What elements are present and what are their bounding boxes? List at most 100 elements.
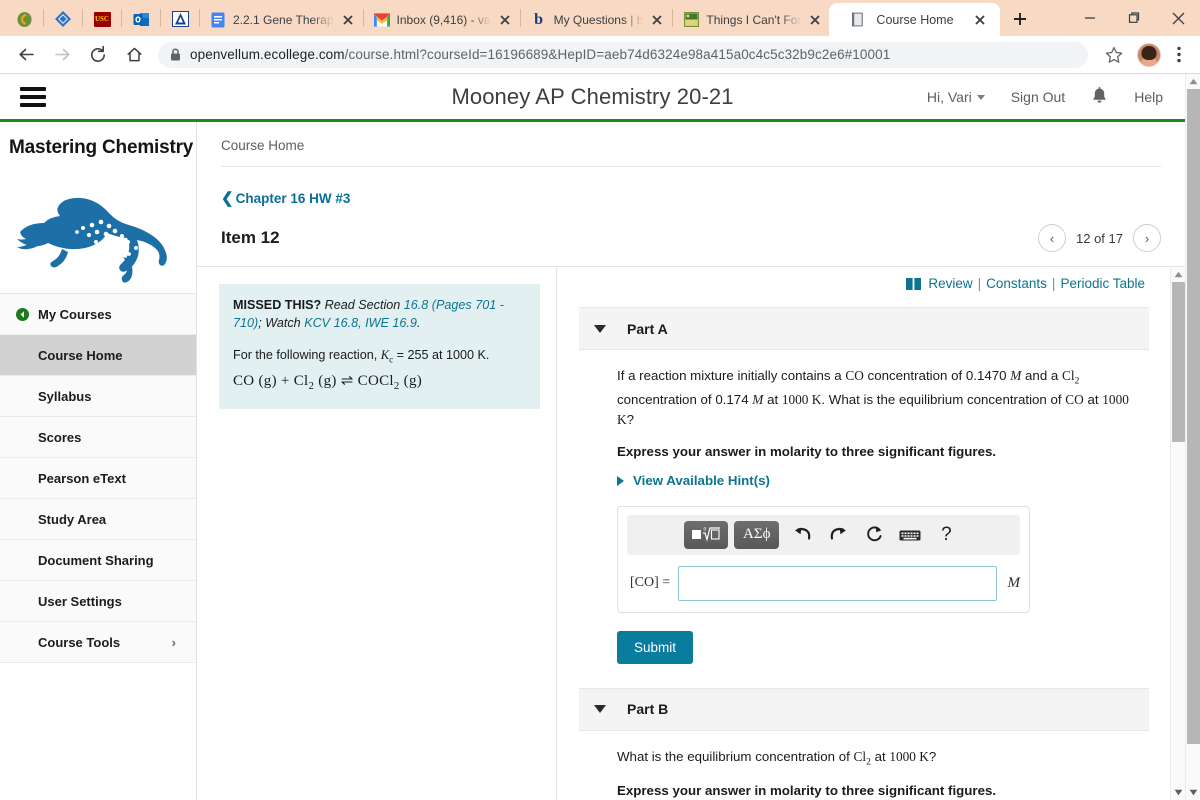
tab-divider <box>160 9 161 27</box>
cl2-initial-value: 0.174 <box>715 391 749 407</box>
back-arrow-icon[interactable] <box>11 40 41 70</box>
sidebar-item-study-area[interactable]: Study Area <box>0 499 196 540</box>
math-help-button[interactable]: ? <box>929 521 963 549</box>
browser-tab-my-questions[interactable]: b My Questions | b <box>522 3 672 36</box>
reload-icon[interactable] <box>83 40 113 70</box>
previous-item-button[interactable]: ‹ <box>1038 224 1066 252</box>
keyboard-icon[interactable] <box>893 521 927 549</box>
close-icon[interactable] <box>497 12 513 28</box>
scroll-thumb[interactable] <box>1186 89 1200 744</box>
sidebar-item-scores[interactable]: Scores <box>0 417 196 458</box>
window-scrollbar[interactable] <box>1185 74 1200 800</box>
new-tab-button[interactable] <box>1006 5 1034 33</box>
triangle-down-icon[interactable] <box>594 324 606 333</box>
browser-tab-things-i-cant-forget[interactable]: Things I Can't For <box>674 3 829 36</box>
sidebar-item-document-sharing[interactable]: Document Sharing <box>0 540 196 581</box>
chemical-equation: CO (g) + Cl2 (g) ⇌ COCl2 (g) <box>233 370 526 394</box>
next-item-button[interactable]: › <box>1133 224 1161 252</box>
url-text: openvellum.ecollege.com/course.html?cour… <box>190 47 890 62</box>
reset-icon[interactable] <box>857 521 891 549</box>
leaping-cheetah-logo <box>0 173 196 293</box>
scroll-track[interactable] <box>1186 89 1200 785</box>
periodic-table-link[interactable]: Periodic Table <box>1060 276 1145 291</box>
watch-label: ; Watch <box>258 315 301 330</box>
co-formula: CO <box>1065 391 1084 407</box>
star-icon[interactable] <box>1099 40 1129 70</box>
hamburger-icon[interactable] <box>6 86 60 107</box>
browser-tab-course-home[interactable]: Course Home <box>829 3 1000 36</box>
equation-mid: (g) <box>318 372 337 389</box>
pinned-tab-outlook[interactable] <box>123 2 159 36</box>
undo-icon[interactable] <box>785 521 819 549</box>
back-to-assignment-link[interactable]: ❮ Chapter 16 HW #3 <box>221 189 350 207</box>
scroll-up-arrow-icon[interactable] <box>1171 267 1186 282</box>
help-button[interactable]: Help <box>1134 89 1163 105</box>
browser-tab-inbox[interactable]: Inbox (9,416) - va <box>365 3 519 36</box>
sidebar-item-syllabus[interactable]: Syllabus <box>0 376 196 417</box>
letter-a-icon <box>171 11 189 27</box>
sidebar-item-label: My Courses <box>38 306 112 322</box>
breadcrumb[interactable]: Course Home <box>197 122 1185 166</box>
browser-tab-gene-therapy[interactable]: 2.2.1 Gene Therap <box>201 3 362 36</box>
question-scrollbar[interactable] <box>1170 267 1185 800</box>
pinned-tab-moodle[interactable] <box>6 2 42 36</box>
scroll-down-arrow-icon[interactable] <box>1186 785 1200 800</box>
submit-button[interactable]: Submit <box>617 630 694 664</box>
sidebar: Mastering Chemistry My Courses Course Ho… <box>0 122 197 800</box>
close-icon[interactable] <box>972 12 988 28</box>
review-link[interactable]: Review <box>928 276 972 291</box>
watch-link[interactable]: KCV 16.8, IWE 16.9 <box>304 316 417 330</box>
sidebar-item-label: Pearson eText <box>38 470 126 486</box>
separator: | <box>1051 276 1056 291</box>
close-window-button[interactable] <box>1156 2 1200 34</box>
forward-arrow-icon[interactable] <box>47 40 77 70</box>
pinned-tab-diamond[interactable] <box>45 2 81 36</box>
moodle-icon <box>17 11 31 27</box>
greek-symbols-button[interactable]: ΑΣϕ <box>734 520 780 549</box>
minimize-button[interactable] <box>1068 2 1112 34</box>
back-circle-icon <box>16 307 38 321</box>
bartleby-b-icon: b <box>534 10 544 28</box>
part-a-header[interactable]: Part A <box>579 307 1149 350</box>
close-icon[interactable] <box>340 12 356 28</box>
tab-title: My Questions | b <box>553 12 644 27</box>
scroll-down-arrow-icon[interactable] <box>1171 785 1186 800</box>
address-bar[interactable]: openvellum.ecollege.com/course.html?cour… <box>158 41 1088 68</box>
maximize-button[interactable] <box>1112 2 1156 34</box>
avatar[interactable] <box>1137 42 1161 67</box>
redo-icon[interactable] <box>821 521 855 549</box>
scroll-track[interactable] <box>1171 282 1186 785</box>
kc-symbol: K <box>380 347 390 362</box>
user-menu[interactable]: Hi, Vari <box>927 89 985 105</box>
close-icon[interactable] <box>807 12 823 28</box>
scroll-up-arrow-icon[interactable] <box>1186 74 1200 89</box>
bell-icon[interactable] <box>1091 87 1108 106</box>
sign-out-button[interactable]: Sign Out <box>1011 89 1065 105</box>
pinned-tab-usc[interactable]: USC <box>84 2 120 36</box>
close-icon[interactable] <box>649 12 665 28</box>
equation-right-sub: 2 <box>393 379 400 392</box>
sidebar-item-course-home[interactable]: Course Home <box>0 335 196 376</box>
home-icon[interactable] <box>119 40 149 70</box>
part-b-header[interactable]: Part B <box>579 687 1149 731</box>
equation-right: COCl <box>357 372 394 389</box>
sidebar-item-pearson-etext[interactable]: Pearson eText <box>0 458 196 499</box>
constants-link[interactable]: Constants <box>986 276 1047 291</box>
kebab-menu-icon[interactable] <box>1169 40 1189 70</box>
tab-divider <box>199 9 200 27</box>
sidebar-item-course-tools[interactable]: Course Tools › <box>0 622 196 663</box>
chevron-left-icon: ❮ <box>221 190 234 207</box>
co-initial-value: 0.1470 <box>965 368 1007 383</box>
tab-divider <box>362 9 364 27</box>
scroll-thumb[interactable] <box>1171 282 1185 442</box>
pinned-tab-ascend[interactable] <box>162 2 198 36</box>
book-tab-icon <box>849 12 865 28</box>
sidebar-item-my-courses[interactable]: My Courses <box>0 294 196 335</box>
view-hints-link[interactable]: View Available Hint(s) <box>617 473 770 488</box>
answer-input[interactable] <box>678 565 997 601</box>
template-button[interactable]: 0 <box>684 520 728 549</box>
sidebar-item-user-settings[interactable]: User Settings <box>0 581 196 622</box>
separator: | <box>977 276 982 291</box>
math-toolbar: 0 ΑΣϕ ? <box>627 514 1020 555</box>
triangle-down-icon[interactable] <box>594 705 606 714</box>
